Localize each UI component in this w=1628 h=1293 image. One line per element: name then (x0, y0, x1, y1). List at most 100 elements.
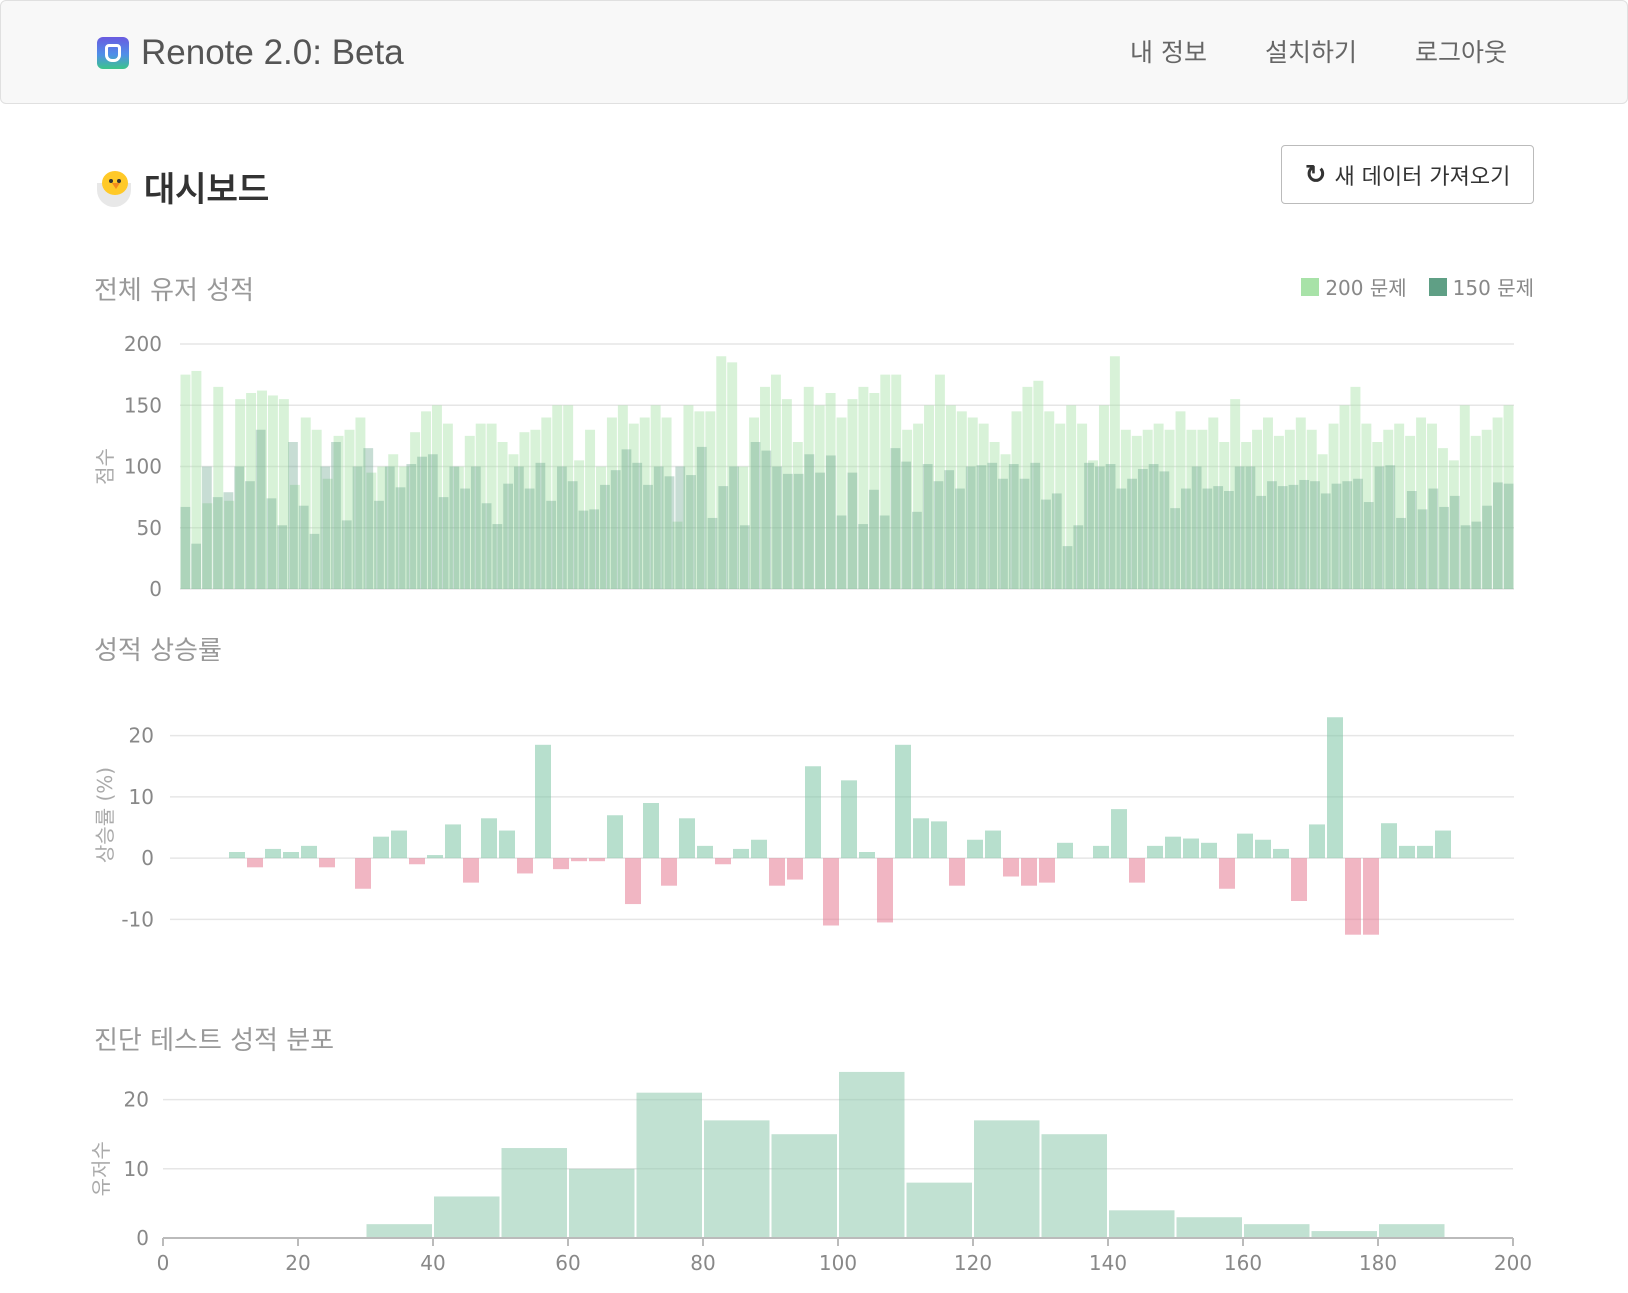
growth-bar (1417, 845, 1433, 859)
scores-bar-series-2 (836, 515, 847, 589)
scores-bar-series-2 (1417, 509, 1428, 589)
distribution-bar (1109, 1210, 1175, 1238)
growth-bar (859, 852, 875, 859)
scores-bar-series-2 (1256, 495, 1267, 589)
distribution-bar (501, 1148, 567, 1238)
growth-bar (697, 845, 713, 859)
growth-bar (301, 845, 317, 859)
scores-bar-series-2 (675, 466, 686, 589)
scores-bar-series-2 (1116, 488, 1127, 589)
growth-y-tick-label: 20 (129, 724, 154, 748)
scores-bar-series-2 (739, 525, 750, 589)
scores-bar-series-2 (1127, 478, 1137, 589)
scores-bar-series-2 (912, 511, 922, 589)
scores-bar-series-2 (223, 492, 234, 589)
growth-bar (1291, 858, 1307, 901)
scores-bar-series-2 (987, 462, 998, 589)
scores-y-tick-label: 50 (137, 516, 162, 540)
scores-bar-series-2 (1471, 521, 1482, 589)
growth-bar (787, 858, 803, 880)
distribution-x-tick-label: 40 (420, 1251, 445, 1275)
growth-bar (409, 858, 425, 865)
growth-y-tick-label: 0 (141, 846, 154, 870)
distribution-bar (636, 1092, 702, 1238)
growth-bar (1111, 809, 1127, 859)
growth-bar (607, 815, 623, 859)
growth-bar (1273, 848, 1289, 859)
growth-bar (967, 839, 983, 859)
scores-y-tick-label: 0 (149, 577, 162, 601)
growth-bar (247, 858, 263, 868)
scores-bar-series-2 (955, 488, 965, 589)
growth-bar (841, 780, 857, 859)
distribution-x-tick-label: 180 (1359, 1251, 1397, 1275)
scores-bar-series-2 (1094, 466, 1105, 589)
distribution-x-tick-label: 0 (157, 1251, 170, 1275)
scores-bar-series-2 (664, 476, 675, 589)
distribution-bar (704, 1120, 770, 1238)
scores-bar-series-2 (449, 466, 460, 589)
distribution-bar (1041, 1134, 1107, 1238)
scores-bar-series-2 (922, 464, 933, 589)
scores-bar-series-2 (901, 461, 912, 589)
scores-bar-series-2 (1051, 493, 1062, 589)
scores-bar-series-2 (761, 450, 772, 589)
scores-bar-series-2 (1245, 466, 1256, 589)
scores-bar-series-2 (944, 470, 955, 589)
scores-bar-series-2 (1353, 478, 1363, 589)
growth-bar (445, 824, 461, 859)
scores-bar-series-2 (621, 449, 632, 589)
scores-bar-series-2 (1019, 478, 1030, 589)
growth-bar (823, 858, 839, 926)
growth-bar (463, 858, 479, 883)
distribution-x-tick-label: 60 (555, 1251, 580, 1275)
growth-bar (1363, 858, 1379, 935)
scores-bar-series-2 (976, 465, 987, 589)
growth-bar (1309, 824, 1325, 859)
scores-bar-series-2 (1105, 464, 1116, 589)
scores-bar-series-2 (374, 500, 384, 589)
scores-bar-series-2 (535, 462, 546, 589)
scores-bar-series-2 (492, 524, 503, 589)
scores-bar-series-2 (320, 466, 331, 589)
scores-bar-series-2 (578, 510, 589, 589)
scores-bar-series-2 (514, 466, 524, 589)
growth-bar (499, 830, 515, 859)
growth-bar (1219, 858, 1235, 889)
growth-y-tick-label: -10 (121, 907, 154, 931)
growth-bar (553, 858, 569, 870)
scores-bar-series-2 (384, 466, 395, 589)
growth-bar (283, 852, 299, 859)
scores-bar-series-2 (234, 466, 245, 589)
growth-bar (895, 744, 911, 859)
scores-y-axis-label: 점수 (93, 448, 117, 485)
scores-bar-series-2 (998, 478, 1008, 589)
growth-bar (1057, 842, 1073, 859)
growth-bar (1039, 858, 1055, 883)
scores-bar-series-2 (707, 517, 718, 589)
growth-bar (571, 858, 587, 862)
growth-bar (1129, 858, 1145, 883)
scores-bar-series-2 (1062, 546, 1073, 589)
scores-bar-series-2 (1073, 525, 1084, 589)
scores-bar-series-2 (1428, 488, 1439, 589)
scores-bar-series-2 (869, 489, 879, 589)
scores-bar-series-2 (503, 483, 513, 589)
scores-bar-series-2 (600, 484, 610, 589)
scores-bar-series-2 (772, 466, 782, 589)
scores-bar-series-2 (460, 488, 470, 589)
growth-bar (751, 839, 767, 859)
distribution-x-tick-label: 200 (1494, 1251, 1532, 1275)
scores-bar-series-2 (395, 487, 406, 589)
growth-bar (1381, 823, 1397, 859)
scores-bar-series-2 (1482, 505, 1492, 589)
distribution-bar (839, 1071, 905, 1238)
growth-bar (1255, 839, 1271, 859)
growth-bar (625, 858, 641, 905)
scores-bar-series-2 (331, 442, 341, 589)
scores-bar-series-2 (793, 473, 804, 589)
scores-bar-series-2 (180, 506, 191, 589)
scores-bar-series-2 (825, 455, 836, 589)
scores-bar-series-2 (804, 454, 815, 589)
growth-bar (1327, 717, 1343, 859)
